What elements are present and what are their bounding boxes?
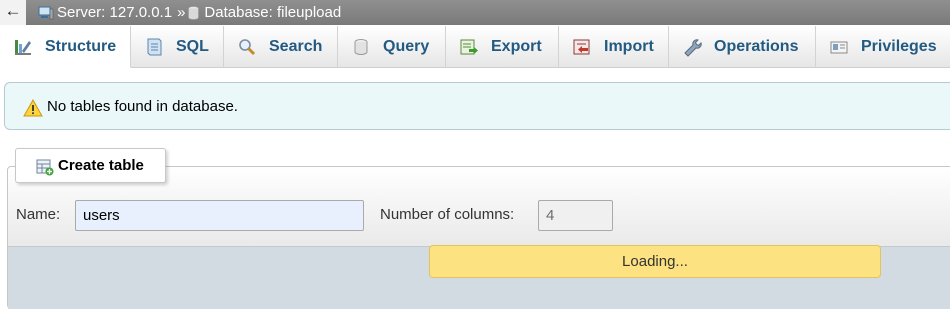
create-table-legend: Create table bbox=[15, 148, 166, 183]
loading-indicator: Loading... bbox=[429, 245, 881, 278]
notice-text: No tables found in database. bbox=[47, 98, 238, 115]
import-icon bbox=[573, 39, 590, 54]
tab-label: Query bbox=[383, 37, 430, 55]
breadcrumb: Server: 127.0.0.1 » Database: fileupload bbox=[38, 0, 341, 25]
notice-message: No tables found in database. bbox=[4, 82, 950, 130]
create-table-legend-text: Create table bbox=[58, 157, 144, 174]
number-of-columns-label: Number of columns: bbox=[380, 206, 515, 223]
query-icon bbox=[354, 38, 368, 55]
database-icon bbox=[188, 5, 200, 20]
tab-operations[interactable]: Operations bbox=[669, 26, 816, 67]
search-icon bbox=[239, 38, 256, 55]
table-name-input[interactable]: users bbox=[75, 200, 364, 231]
tab-search[interactable]: Search bbox=[224, 26, 338, 67]
table-name-label: Name: bbox=[16, 206, 61, 223]
tab-query[interactable]: Query bbox=[338, 26, 446, 67]
tab-export[interactable]: Export bbox=[446, 26, 559, 67]
tab-label: Operations bbox=[714, 37, 799, 55]
tab-label: Privileges bbox=[861, 37, 937, 55]
create-table-icon bbox=[36, 159, 54, 176]
wrench-icon bbox=[684, 38, 702, 57]
tab-label: Export bbox=[491, 37, 542, 55]
breadcrumb-bar: ← Server: 127.0.0.1 » Database: fileuplo… bbox=[0, 0, 950, 25]
tab-label: SQL bbox=[176, 37, 209, 55]
breadcrumb-server-link[interactable]: Server: 127.0.0.1 bbox=[57, 2, 172, 23]
breadcrumb-separator: » bbox=[177, 4, 186, 21]
breadcrumb-database-link[interactable]: Database: fileupload bbox=[204, 2, 341, 23]
tab-import[interactable]: Import bbox=[559, 26, 669, 67]
tab-label: Structure bbox=[45, 37, 117, 55]
tab-label: Search bbox=[269, 37, 323, 55]
tab-label: Import bbox=[604, 37, 654, 55]
back-arrow-button[interactable]: ← bbox=[0, 0, 26, 25]
sql-icon bbox=[147, 38, 162, 55]
warning-icon bbox=[23, 99, 43, 117]
tab-structure[interactable]: Structure bbox=[0, 26, 131, 68]
main-tabs: Structure SQL Search Query Export Import… bbox=[0, 26, 950, 68]
number-of-columns-input[interactable]: 4 bbox=[538, 200, 613, 231]
tab-privileges[interactable]: Privileges bbox=[816, 26, 950, 67]
server-icon bbox=[38, 6, 54, 19]
tab-sql[interactable]: SQL bbox=[131, 26, 224, 67]
export-icon bbox=[460, 39, 478, 54]
privileges-icon bbox=[830, 41, 848, 53]
structure-icon bbox=[15, 39, 31, 55]
